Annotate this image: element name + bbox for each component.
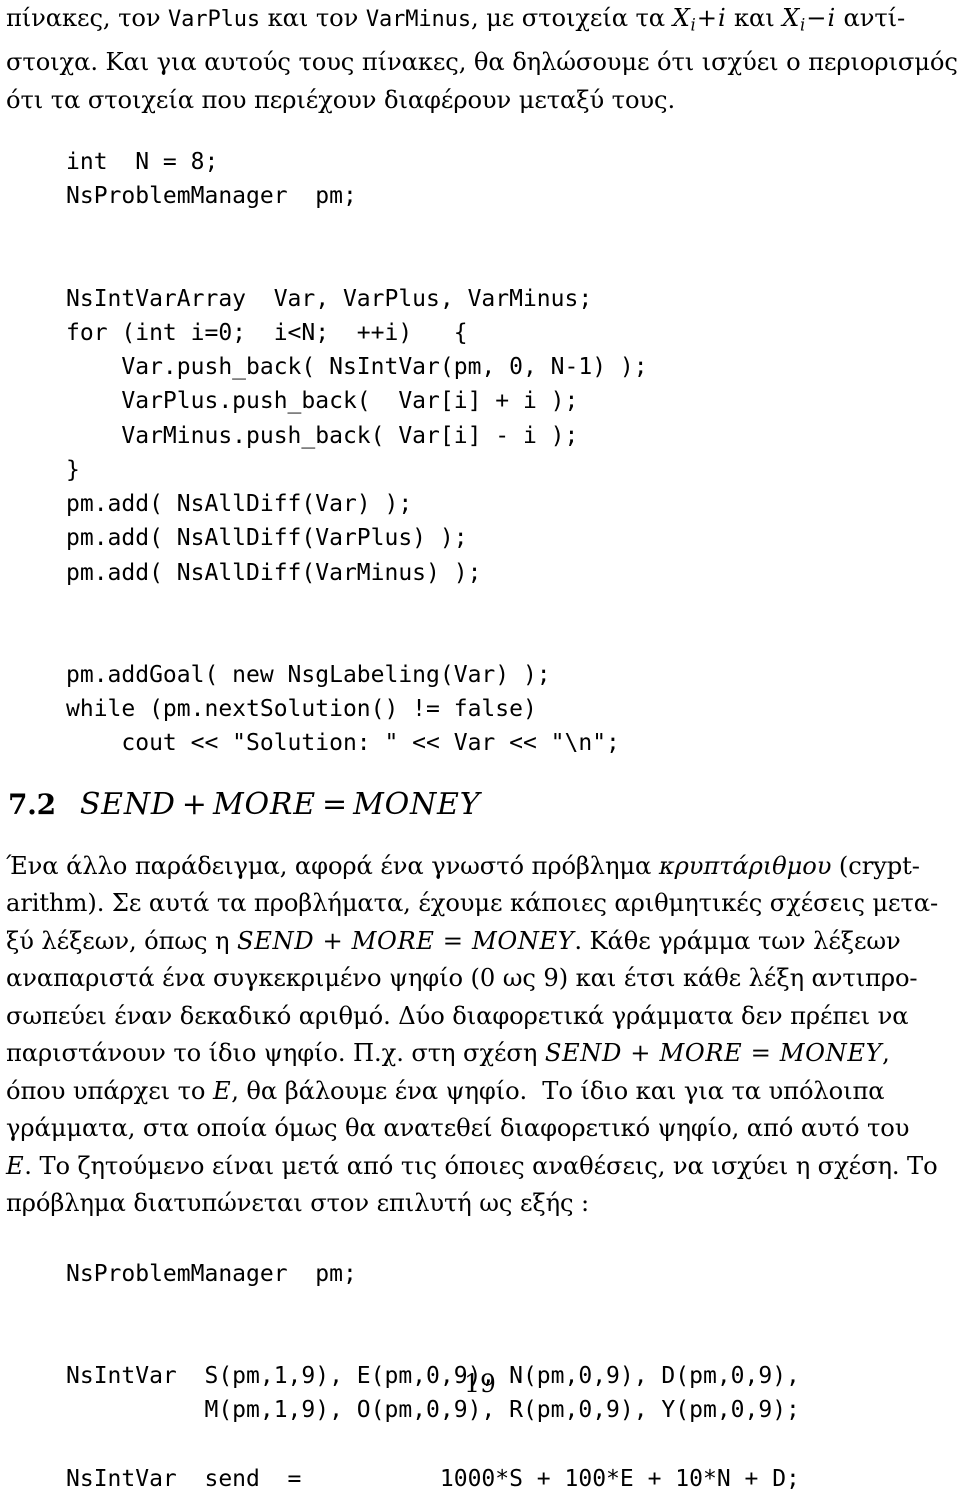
intro-line-2: στοιχα. Και για αυτούς τους πίνακες, θα … [6, 44, 958, 82]
math-subscript: i [690, 15, 696, 35]
code-line: M(pm,1,9), O(pm,0,9), R(pm,0,9), Y(pm,0,… [66, 1397, 800, 1424]
body-line-8: γράμματα, στα οποία όμως θα ανατεθεί δια… [6, 1110, 954, 1148]
code-line: int N = 8; [66, 149, 219, 176]
section-title-plus: + [181, 786, 207, 822]
code-line: VarPlus.push_back( Var[i] + i ); [66, 388, 579, 415]
body-line-2-text: arithm). Σε αυτά τα προβλήματα, έχουμε κ… [6, 889, 939, 918]
body-line-1: Ένα άλλο παράδειγμα, αφορά ένα γνωστό πρ… [6, 848, 954, 886]
intro-line-2-text: στοιχα. Και για αυτούς τους πίνακες, θα … [6, 48, 958, 77]
intro-text-a: πίνακες, τον [6, 4, 169, 32]
math-xi-plus-i: Xi+i [672, 4, 727, 35]
section-title: SEND + MORE = MONEY [80, 787, 481, 822]
document-page: πίνακες, τον VarPlus και τον VarMinus, μ… [0, 0, 960, 1492]
body-paragraph: Ένα άλλο παράδειγμα, αφορά ένα γνωστό πρ… [6, 848, 954, 1223]
body-text-d: . Κάθε γράμμα των λέξεων [574, 926, 901, 955]
code-line: NsIntVarArray Var, VarPlus, VarMinus; [66, 285, 593, 312]
intro-text-c: , με στοιχεία τα [470, 4, 673, 32]
code-line: Var.push_back( NsIntVar(pm, 0, N-1) ); [66, 354, 648, 381]
math-send-more-money-inline-1: SEND + MORE = MONEY [237, 926, 575, 955]
section-title-token-send: SEND [79, 786, 176, 822]
inline-code-varminus: VarMinus [365, 7, 471, 32]
body-line-3: ξύ λέξεων, όπως η SEND + MORE = MONEY. Κ… [6, 923, 954, 961]
math-letter-e-2: E [6, 1151, 25, 1180]
body-line-9: E. Το ζητούμενο είναι μετά από τις όποιε… [6, 1148, 954, 1186]
body-line-5: σωπεύει έναν δεκαδικό αριθμό. Δύο διαφορ… [6, 998, 954, 1036]
body-text-e: παριστάνουν το ίδιο ψηφίο. Π.χ. στη σχέσ… [6, 1039, 545, 1068]
code-block-nqueens: int N = 8; NsProblemManager pm; NsIntVarAr… [6, 145, 954, 761]
body-line-8-text: γράμματα, στα οποία όμως θα ανατεθεί δια… [6, 1114, 910, 1143]
section-title-token-money: MONEY [353, 786, 481, 822]
body-line-4-text: αναπαριστά ένα συγκεκριμένο ψηφίο (0 ως … [6, 964, 918, 993]
intro-paragraph: πίνακες, τον VarPlus και τον VarMinus, μ… [6, 0, 958, 120]
intro-text-b: και τον [260, 4, 366, 32]
body-text-b: (crypt- [831, 851, 920, 880]
math-send-more-money-inline-2: SEND + MORE = MONEY [544, 1039, 883, 1068]
code-line: while (pm.nextSolution() != false) [66, 696, 537, 723]
body-text-g: όπου υπάρχει το [6, 1076, 213, 1105]
body-line-2: arithm). Σε αυτά τα προβλήματα, έχουμε κ… [6, 885, 954, 923]
intro-line-1-text: πίνακες, τον VarPlus και τον VarMinus, μ… [6, 0, 905, 44]
code-line: pm.add( NsAllDiff(VarMinus) ); [66, 559, 482, 586]
math-base: X [672, 4, 691, 32]
body-line-10: πρόβλημα διατυπώνεται στον επιλυτή ως εξ… [6, 1185, 954, 1223]
page-number: 19 [464, 1369, 496, 1398]
inline-code-varplus: VarPlus [168, 7, 261, 32]
code-line: VarMinus.push_back( Var[i] - i ); [66, 422, 579, 449]
body-text-a: Ένα άλλο παράδειγμα, αφορά ένα γνωστό πρ… [6, 851, 659, 880]
code-line: NsIntVar send = 1000*S + 100*E + 10*N + … [66, 1465, 800, 1492]
intro-text-d: και [726, 4, 783, 32]
body-line-6: παριστάνουν το ίδιο ψηφίο. Π.χ. στη σχέσ… [6, 1035, 954, 1073]
code-line: } [66, 456, 80, 483]
code-line: NsProblemManager pm; [66, 1260, 357, 1287]
body-text-c: ξύ λέξεων, όπως η [6, 926, 238, 955]
intro-text-e: αντί- [835, 4, 906, 32]
body-line-5-text: σωπεύει έναν δεκαδικό αριθμό. Δύο διαφορ… [6, 1001, 909, 1030]
section-title-token-more: MORE [212, 786, 316, 822]
body-text-f: , [882, 1039, 890, 1068]
code-line: pm.addGoal( new NsgLabeling(Var) ); [66, 662, 551, 689]
section-heading: 7.2 SEND + MORE = MONEY [6, 787, 954, 822]
intro-line-3: ότι τα στοιχεία που περιέχουν διαφέρουν … [6, 82, 954, 120]
math-operator: − [806, 4, 827, 32]
code-line: pm.add( NsAllDiff(Var) ); [66, 491, 413, 518]
intro-line-1: πίνακες, τον VarPlus και τον VarMinus, μ… [6, 0, 954, 44]
section-number: 7.2 [8, 787, 56, 821]
code-line: cout << "Solution: " << Var << "\n"; [66, 730, 620, 757]
math-xi-minus-i: Xi−i [782, 4, 836, 35]
math-base: X [782, 4, 800, 32]
body-line-4: αναπαριστά ένα συγκεκριμένο ψηφίο (0 ως … [6, 960, 954, 998]
code-line: pm.add( NsAllDiff(VarPlus) ); [66, 525, 468, 552]
intro-line-3-text: ότι τα στοιχεία που περιέχουν διαφέρουν … [6, 85, 676, 114]
math-term: i [827, 4, 836, 32]
math-operator: + [696, 4, 718, 32]
section-title-equals: = [321, 786, 348, 822]
body-line-10-text: πρόβλημα διατυπώνεται στον επιλυτή ως εξ… [6, 1189, 590, 1218]
body-text-i: . Το ζητούμενο είναι μετά από τις όποιες… [24, 1151, 938, 1180]
math-letter-e-1: E [212, 1076, 232, 1105]
code-line: for (int i=0; i<N; ++i) { [66, 320, 468, 347]
code-line: NsProblemManager pm; [66, 183, 357, 210]
body-text-h: , θα βάλουμε ένα ψηφίο. Το ίδιο και για … [231, 1076, 885, 1105]
emphasis-kryptarithmos: κρυπτάριθμου [658, 851, 832, 880]
body-line-7: όπου υπάρχει το E, θα βάλουμε ένα ψηφίο.… [6, 1073, 954, 1111]
